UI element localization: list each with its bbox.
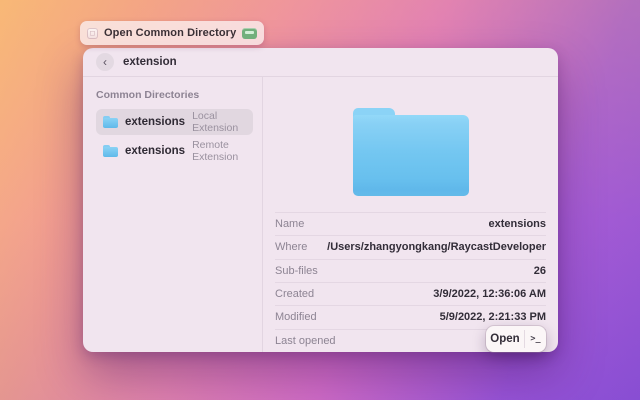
- sidebar-item-name: extensions: [125, 116, 185, 128]
- folder-preview: [263, 77, 558, 212]
- command-chip[interactable]: ◻ Open Common Directory: [80, 21, 264, 45]
- window-body: Common Directories extensions Local Exte…: [83, 77, 558, 352]
- sidebar-item-accessory: Remote Extension: [192, 139, 246, 163]
- chevron-left-icon: ‹: [103, 56, 107, 68]
- metadata-value: 3/9/2022, 12:36:06 AM: [433, 288, 546, 300]
- metadata-value: 26: [534, 265, 546, 277]
- open-button-label[interactable]: Open: [486, 326, 524, 352]
- window-header: ‹ extension: [83, 48, 558, 77]
- metadata-value: extensions: [489, 218, 546, 230]
- detail-panel: Name extensions Where /Users/zhangyongka…: [263, 77, 558, 352]
- folder-icon: [103, 145, 118, 157]
- extension-app-icon: ◻: [87, 28, 98, 39]
- metadata-row-name: Name extensions: [275, 212, 546, 235]
- folder-icon: [103, 116, 118, 128]
- raycast-window: ‹ extension Common Directories extension…: [83, 48, 558, 352]
- metadata-label: Where: [275, 241, 307, 253]
- terminal-icon: [242, 28, 257, 39]
- metadata-label: Sub-files: [275, 265, 318, 277]
- metadata-value: 5/9/2022, 2:21:33 PM: [440, 311, 546, 323]
- terminal-prompt-icon[interactable]: >_: [525, 326, 546, 352]
- metadata-label: Modified: [275, 311, 317, 323]
- metadata-label: Name: [275, 218, 304, 230]
- metadata-value: /Users/zhangyongkang/RaycastDeveloper: [327, 241, 546, 253]
- folder-icon-large: [353, 108, 469, 196]
- open-action-button[interactable]: Open >_: [486, 326, 546, 352]
- sidebar-item-name: extensions: [125, 145, 185, 157]
- metadata-label: Created: [275, 288, 314, 300]
- sidebar-item-local-extension[interactable]: extensions Local Extension: [96, 109, 253, 135]
- metadata-label: Last opened: [275, 335, 336, 347]
- metadata-row-where: Where /Users/zhangyongkang/RaycastDevelo…: [275, 235, 546, 258]
- page-title: extension: [123, 56, 177, 68]
- command-chip-label: Open Common Directory: [104, 27, 236, 39]
- back-button[interactable]: ‹: [96, 53, 114, 71]
- metadata-row-created: Created 3/9/2022, 12:36:06 AM: [275, 282, 546, 305]
- desktop-background: ◻ Open Common Directory ‹ extension Comm…: [0, 0, 640, 400]
- sidebar-item-remote-extension[interactable]: extensions Remote Extension: [96, 138, 253, 164]
- metadata-row-subfiles: Sub-files 26: [275, 259, 546, 282]
- sidebar-item-accessory: Local Extension: [192, 110, 246, 134]
- sidebar: Common Directories extensions Local Exte…: [83, 77, 263, 352]
- sidebar-section-title: Common Directories: [96, 89, 253, 101]
